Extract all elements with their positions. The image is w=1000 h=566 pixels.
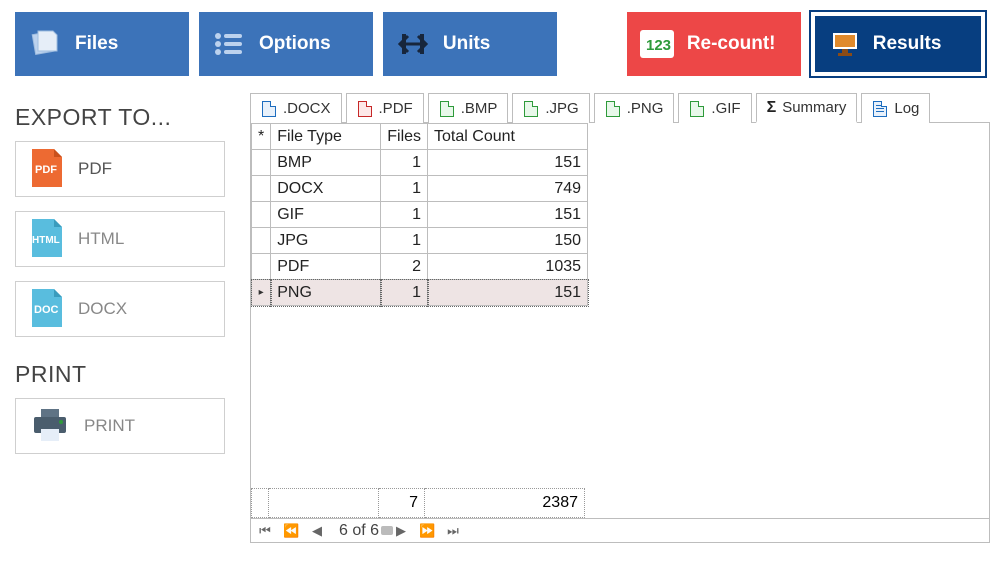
- export-pdf-label: PDF: [78, 159, 112, 179]
- export-docx-button[interactable]: DOC DOCX: [15, 281, 225, 337]
- file-type-tabs: .DOCX .PDF .BMP .JPG .PNG .GIF ΣSummary …: [250, 92, 990, 123]
- tab-png[interactable]: .PNG: [594, 93, 675, 123]
- table-row[interactable]: JPG1150: [252, 228, 588, 254]
- summary-table[interactable]: * File Type Files Total Count BMP1151 DO…: [251, 123, 588, 306]
- totals-row: 7 2387: [251, 488, 989, 518]
- options-label: Options: [259, 33, 331, 55]
- tab-docx-label: .DOCX: [283, 100, 331, 117]
- tab-bmp-label: .BMP: [461, 100, 498, 117]
- tab-docx[interactable]: .DOCX: [250, 93, 342, 123]
- tab-gif[interactable]: .GIF: [678, 93, 751, 123]
- nav-prev-page-icon[interactable]: ⏪: [283, 523, 299, 539]
- printer-icon: [30, 409, 70, 443]
- table-row[interactable]: PDF21035: [252, 254, 588, 280]
- table-header-row: * File Type Files Total Count: [252, 124, 588, 150]
- files-label: Files: [75, 33, 118, 55]
- list-icon: [211, 26, 247, 62]
- nav-next-icon[interactable]: ▶: [393, 523, 409, 539]
- content-area: .DOCX .PDF .BMP .JPG .PNG .GIF ΣSummary …: [250, 86, 1000, 543]
- nav-prev-icon[interactable]: ◀: [309, 523, 325, 539]
- export-header: EXPORT TO...: [15, 104, 235, 131]
- image-doc-icon: [605, 101, 621, 117]
- tab-jpg[interactable]: .JPG: [512, 93, 589, 123]
- export-html-label: HTML: [78, 229, 124, 249]
- col-files[interactable]: Files: [381, 124, 428, 150]
- col-total-count[interactable]: Total Count: [428, 124, 588, 150]
- results-label: Results: [873, 33, 942, 55]
- svg-text:123: 123: [646, 37, 671, 54]
- image-doc-icon: [689, 101, 705, 117]
- recount-button[interactable]: 123 Re-count!: [627, 12, 801, 76]
- pdf-file-icon: PDF: [30, 149, 64, 189]
- recount-icon: 123: [639, 26, 675, 62]
- print-label: PRINT: [84, 416, 135, 436]
- nav-next-page-icon[interactable]: ⏩: [419, 523, 435, 539]
- toolbar-spacer: [567, 12, 617, 76]
- tab-log-label: Log: [894, 100, 919, 117]
- nav-first-icon[interactable]: ⏮: [257, 523, 273, 539]
- tab-pdf[interactable]: .PDF: [346, 93, 424, 123]
- word-doc-icon: [261, 101, 277, 117]
- recount-label: Re-count!: [687, 33, 776, 55]
- results-button[interactable]: Results: [811, 12, 985, 76]
- html-file-icon: HTML: [30, 219, 64, 259]
- svg-text:DOC: DOC: [34, 304, 59, 316]
- print-button[interactable]: PRINT: [15, 398, 225, 454]
- units-label: Units: [443, 33, 491, 55]
- sigma-icon: Σ: [767, 99, 777, 117]
- tab-summary[interactable]: Σ Summary: [756, 93, 858, 123]
- main-toolbar: Files Options Units 123 Re-count!: [0, 0, 1000, 86]
- log-doc-icon: [872, 101, 888, 117]
- row-indicator-icon: ▸: [252, 280, 271, 306]
- files-icon: [27, 26, 63, 62]
- tab-pdf-label: .PDF: [379, 100, 413, 117]
- image-doc-icon: [523, 101, 539, 117]
- total-count: 2387: [425, 488, 585, 518]
- files-button[interactable]: Files: [15, 12, 189, 76]
- units-button[interactable]: Units: [383, 12, 557, 76]
- sidebar: EXPORT TO... PDF PDF HTML HTML DOC: [0, 86, 250, 454]
- image-doc-icon: [439, 101, 455, 117]
- svg-text:PDF: PDF: [35, 164, 57, 176]
- tab-summary-label: Summary: [782, 99, 846, 116]
- summary-grid: * File Type Files Total Count BMP1151 DO…: [250, 123, 990, 543]
- export-docx-label: DOCX: [78, 299, 127, 319]
- grid-footer: 7 2387 ⏮ ⏪ ◀ 6 of 6 ▶ ⏩ ⏭: [251, 488, 989, 542]
- col-file-type[interactable]: File Type: [271, 124, 381, 150]
- pdf-doc-icon: [357, 101, 373, 117]
- record-navigator: ⏮ ⏪ ◀ 6 of 6 ▶ ⏩ ⏭: [251, 518, 989, 542]
- options-button[interactable]: Options: [199, 12, 373, 76]
- nav-last-icon[interactable]: ⏭: [445, 523, 461, 539]
- tab-gif-label: .GIF: [711, 100, 740, 117]
- horizontal-scrollbar[interactable]: [381, 526, 393, 535]
- pager-text: 6 of 6: [335, 522, 383, 540]
- tab-png-label: .PNG: [627, 100, 664, 117]
- export-pdf-button[interactable]: PDF PDF: [15, 141, 225, 197]
- projector-icon: [827, 26, 863, 62]
- svg-text:HTML: HTML: [32, 235, 60, 246]
- total-files: 7: [379, 488, 425, 518]
- tab-log[interactable]: Log: [861, 93, 930, 123]
- docx-file-icon: DOC: [30, 289, 64, 329]
- tab-jpg-label: .JPG: [545, 100, 578, 117]
- export-html-button[interactable]: HTML HTML: [15, 211, 225, 267]
- table-row[interactable]: DOCX1749: [252, 176, 588, 202]
- table-row[interactable]: GIF1151: [252, 202, 588, 228]
- units-icon: [395, 26, 431, 62]
- table-row-selected[interactable]: ▸PNG1151: [252, 280, 588, 306]
- print-header: PRINT: [15, 361, 235, 388]
- main-area: EXPORT TO... PDF PDF HTML HTML DOC: [0, 86, 1000, 543]
- table-row[interactable]: BMP1151: [252, 150, 588, 176]
- col-mark[interactable]: *: [252, 124, 271, 150]
- tab-bmp[interactable]: .BMP: [428, 93, 509, 123]
